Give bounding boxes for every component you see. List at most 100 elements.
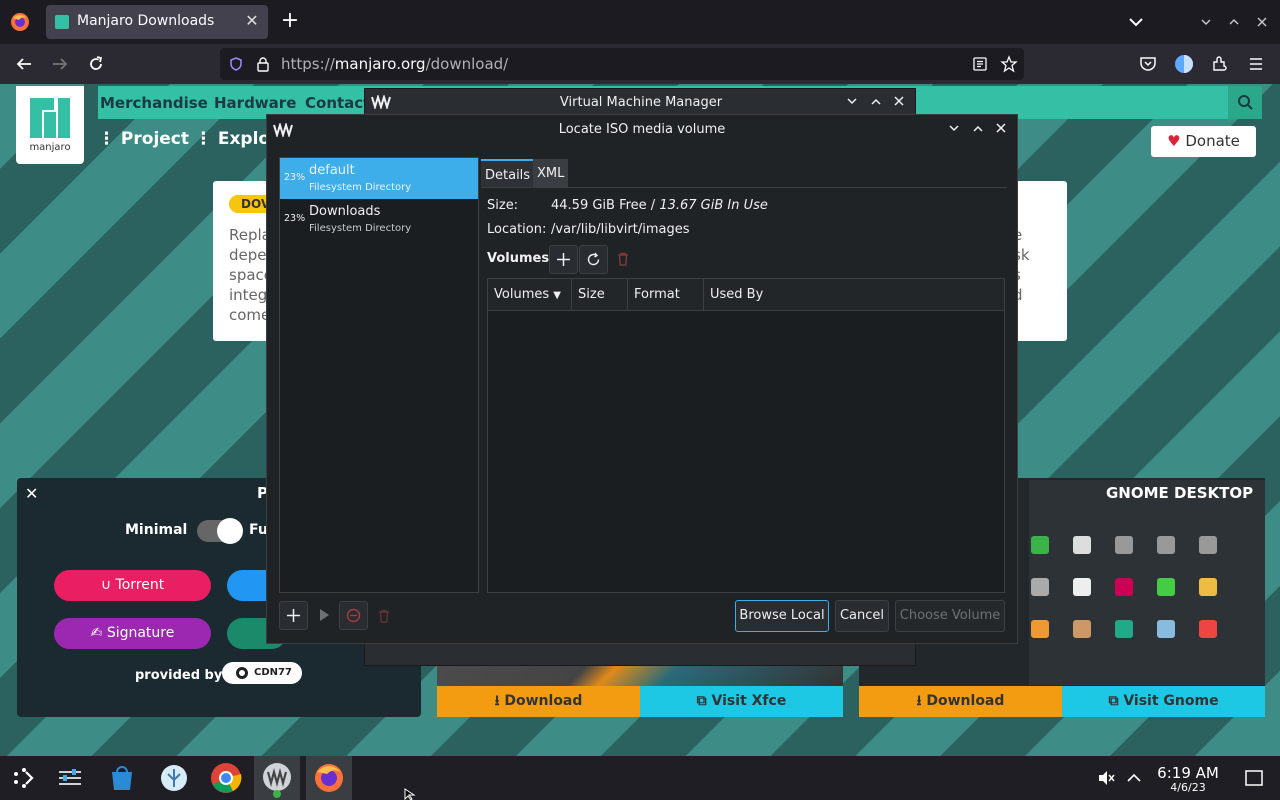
site-search-icon[interactable]: [1228, 86, 1262, 119]
clock-time[interactable]: 6:19 AM: [1152, 764, 1224, 782]
site-subnav[interactable]: ⋮ Project ⋮ Explo: [98, 129, 270, 149]
dialog-titlebar[interactable]: Locate ISO media volume: [267, 115, 1017, 144]
delete-volume-icon[interactable]: [615, 251, 631, 267]
system-tray-expand-icon[interactable]: [1124, 768, 1144, 788]
panel-close-icon[interactable]: ✕: [25, 484, 38, 503]
signature-button[interactable]: ✍ Signature: [54, 618, 211, 649]
url-bar[interactable]: https://manjaro.org/download/: [220, 48, 1024, 80]
back-icon[interactable]: [14, 54, 34, 74]
plus-icon: [557, 253, 570, 266]
browser-tab-active[interactable]: Manjaro Downloads ✕: [46, 5, 268, 39]
column-volumes[interactable]: Volumes ▼: [488, 279, 572, 311]
download-icon: ⭳: [494, 693, 500, 709]
browser-window-controls: [1196, 12, 1276, 32]
storage-pool-list[interactable]: 23% default Filesystem Directory 23% Dow…: [279, 157, 479, 593]
pool-item-default[interactable]: 23% default Filesystem Directory: [280, 158, 478, 199]
volumes-heading: Volumes: [487, 251, 550, 266]
dialog-window-controls[interactable]: [947, 122, 1007, 136]
dolphin-files-icon[interactable]: [156, 760, 192, 796]
account-avatar-icon[interactable]: [1174, 54, 1194, 74]
clock-date[interactable]: 4/6/23: [1152, 781, 1224, 794]
delete-pool-icon[interactable]: [376, 608, 392, 624]
reader-view-icon[interactable]: [972, 56, 988, 72]
stop-icon: [346, 608, 361, 623]
gnome-visit-button[interactable]: ⧉ Visit Gnome: [1062, 686, 1265, 717]
gnome-screenshot: [1029, 480, 1265, 685]
pool-type: Filesystem Directory: [309, 182, 412, 193]
browse-local-button[interactable]: Browse Local: [735, 600, 829, 632]
logo-text: manjaro: [29, 142, 71, 153]
gnome-download-button[interactable]: ⭳ Download: [859, 686, 1062, 717]
stop-pool-button[interactable]: [339, 601, 368, 630]
refresh-volumes-button[interactable]: [579, 245, 608, 274]
external-link-icon: ⧉: [1108, 693, 1119, 709]
cancel-button[interactable]: Cancel: [835, 600, 889, 632]
hamburger-menu-icon[interactable]: [1246, 54, 1266, 74]
toggle-knob: [217, 518, 243, 544]
volumes-table-header: Volumes ▼ Size Format Used By: [488, 279, 1004, 311]
nav-contact[interactable]: Contact: [305, 94, 370, 112]
browser-navigation-bar: https://manjaro.org/download/: [0, 44, 1280, 84]
provided-by-label: provided by: [135, 668, 223, 683]
firefox-task-icon[interactable]: [306, 756, 352, 800]
vmm-window-controls[interactable]: [845, 95, 905, 109]
tracking-protection-icon[interactable]: [229, 57, 243, 71]
list-all-tabs-icon[interactable]: [1126, 12, 1146, 32]
tab-close-icon[interactable]: ✕: [242, 11, 262, 31]
pocket-icon[interactable]: [1138, 54, 1158, 74]
bookmark-star-icon[interactable]: [1000, 55, 1018, 73]
taskbar: 6:19 AM 4/6/23: [0, 756, 1280, 800]
show-desktop-icon[interactable]: [1244, 768, 1264, 788]
settings-sliders-icon[interactable]: [52, 760, 88, 796]
lock-icon[interactable]: [256, 56, 270, 72]
new-tab-button[interactable]: +: [280, 10, 300, 32]
forward-icon[interactable]: [50, 54, 70, 74]
details-tabbar: Details XML: [481, 157, 1007, 188]
magnet-icon: ∪: [100, 577, 112, 593]
pool-item-downloads[interactable]: 23% Downloads Filesystem Directory: [280, 199, 478, 240]
torrent-button[interactable]: ∪ Torrent: [54, 570, 211, 601]
locate-iso-dialog: Locate ISO media volume 23% default File…: [266, 114, 1018, 644]
manjaro-logo-icon: [30, 98, 70, 138]
firefox-menu-icon[interactable]: [10, 12, 30, 32]
mouse-cursor-icon: [404, 788, 416, 800]
start-pool-icon[interactable]: [317, 608, 331, 622]
virt-manager-task-icon[interactable]: [254, 756, 300, 800]
sort-down-icon: ▼: [553, 290, 561, 301]
pool-usage-percent: 23%: [284, 172, 306, 183]
cdn77-badge[interactable]: CDN77: [222, 662, 302, 684]
external-link-icon: ⧉: [696, 693, 707, 709]
column-size[interactable]: Size: [572, 279, 628, 311]
column-format[interactable]: Format: [628, 279, 704, 311]
pool-name: default: [309, 163, 355, 178]
size-value: 44.59 GiB Free / 13.67 GiB In Use: [551, 198, 768, 213]
toggle-label-minimal: Minimal: [125, 522, 188, 538]
download-icon: ⭳: [916, 693, 922, 709]
minimal-full-toggle[interactable]: [197, 518, 243, 544]
xfce-visit-button[interactable]: ⧉ Visit Xfce: [640, 686, 843, 717]
add-pool-button[interactable]: [279, 601, 308, 630]
size-label: Size:: [487, 198, 519, 213]
add-volume-button[interactable]: [549, 245, 578, 274]
tab-details[interactable]: Details: [481, 159, 535, 188]
choose-volume-button[interactable]: Choose Volume: [895, 600, 1005, 632]
column-used-by[interactable]: Used By: [704, 279, 1004, 311]
extensions-icon[interactable]: [1210, 54, 1230, 74]
chrome-icon[interactable]: [208, 760, 244, 796]
application-launcher-icon[interactable]: [4, 760, 40, 796]
plus-icon: [287, 609, 300, 622]
location-value: /var/lib/libvirt/images: [551, 222, 690, 237]
xfce-download-button[interactable]: ⭳ Download: [437, 686, 640, 717]
volumes-table[interactable]: Volumes ▼ Size Format Used By: [487, 278, 1005, 593]
manjaro-logo[interactable]: manjaro: [16, 86, 84, 164]
volume-muted-icon[interactable]: [1096, 768, 1116, 788]
donate-button[interactable]: ♥ Donate: [1151, 126, 1256, 157]
reload-icon[interactable]: [86, 54, 106, 74]
tab-xml[interactable]: XML: [533, 159, 569, 188]
nav-hardware[interactable]: Hardware: [214, 94, 296, 112]
tab-title: Manjaro Downloads: [77, 13, 215, 29]
discover-store-icon[interactable]: [104, 760, 140, 796]
signature-icon: ✍: [90, 625, 103, 641]
dialog-title: Locate ISO media volume: [558, 122, 726, 137]
nav-merchandise[interactable]: Merchandise: [100, 94, 208, 112]
